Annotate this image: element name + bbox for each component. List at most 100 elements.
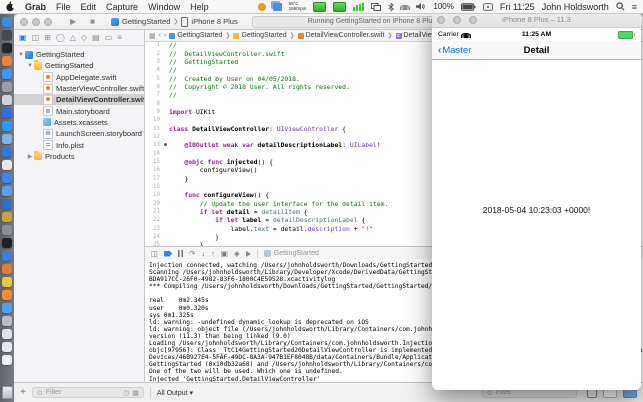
dock-app-icon[interactable]	[2, 290, 12, 300]
debug-view-hierarchy-icon[interactable]: ▣	[221, 249, 228, 258]
project-navigator-icon[interactable]: ▣	[19, 33, 27, 42]
disclosure-triangle[interactable]: ▶	[26, 153, 34, 160]
sidebar-item-appdelegate-swift[interactable]: AppDelegate.swift	[14, 72, 144, 83]
variables-filter-field[interactable]: ⊙ Filter ◷ ▦	[31, 387, 144, 398]
stack-app-icon[interactable]	[272, 2, 282, 11]
dock-app-icon[interactable]	[2, 134, 12, 144]
trash-icon[interactable]	[1, 386, 13, 399]
bluetooth-icon[interactable]	[388, 2, 395, 12]
menu-clock[interactable]: Fri 11:25	[500, 2, 535, 12]
minimize-window-button[interactable]	[32, 17, 40, 26]
jumpbar-crumb[interactable]: DetailViewController.swift	[297, 32, 385, 39]
battery-icon[interactable]	[460, 2, 476, 11]
istat-app-icon[interactable]	[257, 2, 266, 11]
dock-app-icon[interactable]	[2, 17, 12, 27]
sidebar-item-products[interactable]: ▶ Products	[14, 150, 144, 162]
dock-app-icon[interactable]	[2, 186, 12, 196]
scope-icon[interactable]: ▦	[132, 389, 139, 397]
dock-app-icon[interactable]	[2, 303, 12, 313]
dock-app-icon[interactable]	[2, 43, 12, 53]
sidebar-item-info-plist[interactable]: Info.plist	[14, 139, 144, 151]
menu-item[interactable]: Edit	[81, 2, 97, 12]
dock-app-icon[interactable]	[2, 82, 12, 92]
symbols-icon[interactable]: ⊞	[44, 33, 51, 42]
volume-icon[interactable]	[416, 2, 426, 11]
sidebar-item-gettingstarted[interactable]: ▼ GettingStarted	[14, 60, 144, 71]
add-button[interactable]: +	[20, 387, 26, 398]
input-source-icon[interactable]	[482, 2, 493, 11]
close-window-button[interactable]	[20, 17, 28, 26]
sidebar-item-masterviewcontroller-swift[interactable]: MasterViewController.swift	[14, 83, 144, 94]
dock-app-icon[interactable]	[2, 264, 12, 274]
dock-app-icon[interactable]	[2, 69, 12, 79]
debug-gauge-icon[interactable]: ▤	[92, 33, 100, 42]
apple-logo-icon[interactable]	[6, 1, 15, 12]
console-output-selector[interactable]: All Output ▾	[157, 389, 193, 397]
jumpbar-crumb[interactable]: GettingStarted	[233, 32, 287, 39]
dock-app-icon[interactable]	[2, 251, 12, 261]
dock-app-icon[interactable]	[2, 121, 12, 131]
dock-app-icon[interactable]	[2, 147, 12, 157]
memory-graph-icon[interactable]: ◈	[234, 249, 240, 258]
reports-icon[interactable]: ≡	[117, 33, 122, 42]
source-control-icon[interactable]: ◫	[32, 33, 40, 42]
pause-icon[interactable]	[178, 250, 184, 257]
notification-center-icon[interactable]: ≡	[632, 2, 637, 12]
sidebar-item-detailviewcontroller-swift[interactable]: DetailViewController.swift	[14, 94, 144, 106]
dock-app-icon[interactable]	[2, 316, 12, 326]
dock-app-icon[interactable]	[2, 212, 12, 222]
forward-icon[interactable]: ›	[164, 32, 166, 39]
network-meter-icon[interactable]	[353, 2, 365, 11]
menu-item[interactable]: Capture	[106, 2, 138, 12]
sidebar-item-gettingstarted[interactable]: ▼ GettingStarted	[14, 49, 144, 60]
dock-app-icon[interactable]	[2, 342, 12, 352]
menu-user-name[interactable]: John Holdsworth	[542, 2, 609, 12]
dock-app-icon[interactable]	[2, 56, 12, 66]
dock-app-icon[interactable]	[2, 355, 12, 365]
sensor-readout[interactable]: 59°C 1980rpm	[289, 1, 307, 11]
step-over-icon[interactable]: ↷	[189, 249, 195, 258]
issues-icon[interactable]: △	[70, 33, 76, 42]
run-button[interactable]: ▶	[70, 17, 76, 26]
wifi-icon[interactable]	[400, 4, 411, 10]
dock-app-icon[interactable]	[2, 160, 12, 170]
spotlight-search-icon[interactable]	[616, 2, 625, 11]
sidebar-item-launchscreen-storyboard[interactable]: LaunchScreen.storyboard	[14, 128, 144, 139]
dock-app-icon[interactable]	[2, 173, 12, 183]
breakpoints-icon[interactable]: ▭	[105, 33, 113, 42]
zoom-window-button[interactable]	[44, 17, 52, 26]
dock-app-icon[interactable]	[2, 225, 12, 235]
dock-app-icon[interactable]	[2, 30, 12, 40]
dock-app-icon[interactable]	[2, 277, 12, 287]
jumpbar-crumb[interactable]: GettingStarted	[169, 32, 222, 39]
step-out-icon[interactable]: ↑	[211, 249, 215, 258]
displays-icon[interactable]	[371, 2, 382, 11]
process-indicator[interactable]: GettingStarted	[263, 250, 319, 257]
dock-app-icon[interactable]	[2, 238, 12, 248]
back-icon[interactable]: ‹	[159, 32, 161, 39]
memory-meter-icon[interactable]	[333, 1, 347, 12]
menu-item[interactable]: Help	[190, 2, 209, 12]
scheme-selector[interactable]: GettingStarted ❯ iPhone 8 Plus	[111, 16, 238, 27]
menu-item[interactable]: Window	[148, 2, 180, 12]
hide-debug-area-icon[interactable]: ◫	[151, 249, 158, 258]
menu-app-name[interactable]: Grab	[25, 2, 46, 12]
related-items-icon[interactable]: ▦	[149, 32, 156, 40]
recent-icon[interactable]: ◷	[123, 389, 129, 397]
dock-app-icon[interactable]	[2, 329, 12, 339]
tests-icon[interactable]: ◇	[81, 33, 87, 42]
dock-app-icon[interactable]	[2, 108, 12, 118]
disclosure-triangle[interactable]: ▼	[26, 63, 34, 69]
simulate-location-icon[interactable]	[245, 250, 251, 257]
search-icon[interactable]: ◯	[56, 33, 65, 42]
breakpoints-toggle-icon[interactable]	[164, 250, 173, 257]
disclosure-triangle[interactable]: ▼	[17, 52, 25, 58]
sidebar-item-assets-xcassets[interactable]: Assets.xcassets	[14, 117, 144, 128]
dock-app-icon[interactable]	[2, 95, 12, 105]
step-into-icon[interactable]: ↓	[201, 249, 205, 258]
sidebar-item-main-storyboard[interactable]: Main.storyboard	[14, 105, 144, 117]
menu-item[interactable]: File	[56, 2, 71, 12]
dock-app-icon[interactable]	[2, 199, 12, 209]
stop-button[interactable]: ■	[90, 17, 95, 26]
cpu-meter-icon[interactable]	[313, 1, 327, 12]
